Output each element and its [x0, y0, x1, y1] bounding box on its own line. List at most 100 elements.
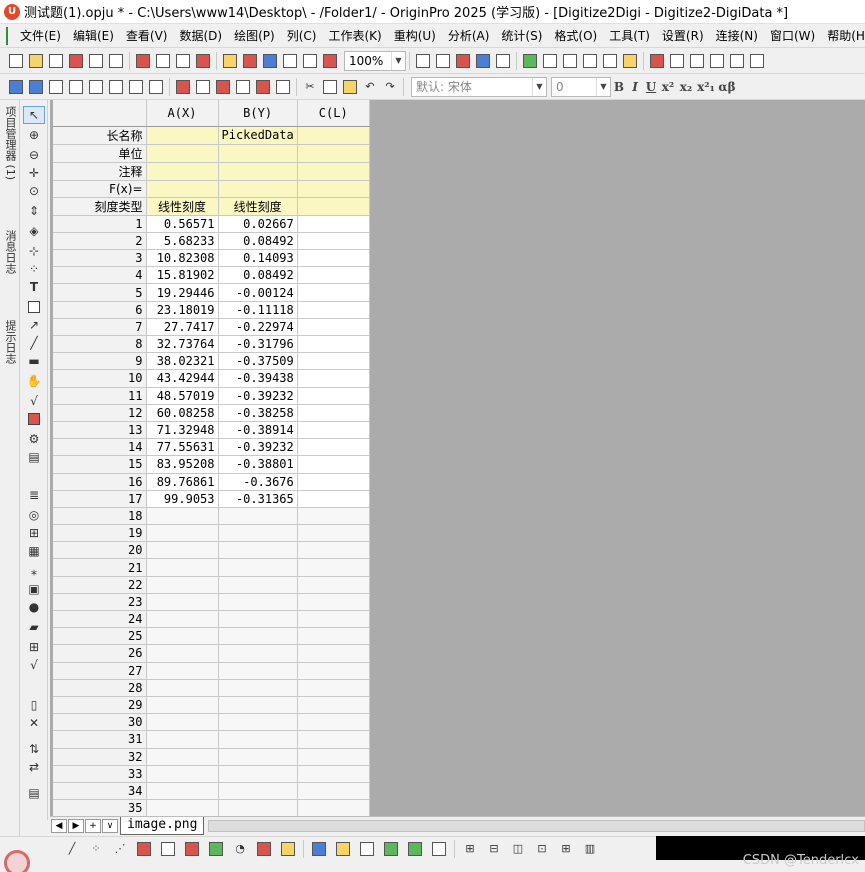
- cell-b[interactable]: [218, 696, 298, 715]
- row-header[interactable]: 20: [53, 541, 147, 560]
- scale-icon[interactable]: ⊹: [23, 242, 45, 260]
- meta-cell-a[interactable]: [146, 162, 219, 181]
- row-header[interactable]: 28: [53, 679, 147, 697]
- cell-c[interactable]: [297, 473, 370, 491]
- cell-b[interactable]: -0.31365: [218, 490, 298, 508]
- cell-a[interactable]: 43.42944: [146, 369, 219, 388]
- menu-analysis[interactable]: 分析(A): [442, 25, 496, 47]
- row-header[interactable]: 34: [53, 782, 147, 801]
- next-sheet-button[interactable]: ▶: [68, 818, 84, 833]
- meta-cell-a[interactable]: [146, 126, 219, 145]
- row-header[interactable]: 15: [53, 455, 147, 474]
- cell-c[interactable]: [297, 696, 370, 715]
- prev-sheet-button[interactable]: ◀: [51, 818, 67, 833]
- cell-c[interactable]: [297, 301, 370, 319]
- cell-c[interactable]: [297, 507, 370, 526]
- row-header[interactable]: 10: [53, 369, 147, 388]
- menu-reshape[interactable]: 重构(U): [388, 25, 442, 47]
- print-preview-icon[interactable]: [107, 78, 125, 96]
- cell-b[interactable]: [218, 576, 298, 594]
- text-tool-icon[interactable]: T: [23, 278, 45, 296]
- refresh-icon[interactable]: [474, 52, 492, 70]
- column-header-a[interactable]: A(X): [146, 100, 219, 127]
- row-header[interactable]: 30: [53, 713, 147, 732]
- lock-tool-icon[interactable]: ▤: [23, 784, 45, 802]
- cell-c[interactable]: [297, 438, 370, 457]
- add-sheet-button[interactable]: +: [85, 818, 101, 833]
- row-header[interactable]: 5: [53, 283, 147, 302]
- cell-a[interactable]: [146, 558, 219, 577]
- worksheet-grid-icon[interactable]: [6, 26, 8, 45]
- row-header[interactable]: 26: [53, 644, 147, 663]
- cell-a[interactable]: 71.32948: [146, 421, 219, 440]
- cell-c[interactable]: [297, 644, 370, 663]
- cell-c[interactable]: [297, 662, 370, 680]
- menu-edit[interactable]: 编辑(E): [67, 25, 120, 47]
- box-plot-icon[interactable]: [253, 840, 275, 858]
- cell-b[interactable]: [218, 679, 298, 697]
- font-size-select[interactable]: 0 ▼: [551, 76, 611, 97]
- column-header-c[interactable]: C(L): [297, 100, 370, 127]
- cell-a[interactable]: [146, 644, 219, 663]
- underline-button[interactable]: U: [643, 80, 659, 94]
- row-header[interactable]: 11: [53, 387, 147, 405]
- column-plot-icon[interactable]: [133, 840, 155, 858]
- cell-c[interactable]: [297, 679, 370, 697]
- cell-b[interactable]: [218, 593, 298, 612]
- new-layout-icon[interactable]: [154, 52, 172, 70]
- cell-a[interactable]: [146, 713, 219, 732]
- cell-c[interactable]: [297, 748, 370, 766]
- redo-arrow-icon[interactable]: [27, 78, 45, 96]
- copy-page-icon[interactable]: [454, 52, 472, 70]
- matrix-tool-icon[interactable]: ⊞: [23, 638, 45, 656]
- add-column-icon-2[interactable]: [214, 78, 232, 96]
- meta-cell-c[interactable]: [297, 162, 370, 181]
- cell-a[interactable]: 5.68233: [146, 232, 219, 251]
- copy-icon[interactable]: [321, 78, 339, 96]
- grid-tool-icon[interactable]: [23, 298, 45, 316]
- row-header[interactable]: 32: [53, 748, 147, 766]
- font-select[interactable]: 默认: 宋体 ▼: [411, 76, 547, 97]
- points-icon[interactable]: ⁘: [23, 260, 45, 278]
- row-header[interactable]: 23: [53, 593, 147, 612]
- cell-a[interactable]: 23.18019: [146, 301, 219, 319]
- align-icon[interactable]: ⊞: [555, 840, 577, 858]
- merge-icon[interactable]: ⊡: [531, 840, 553, 858]
- line-plot-icon[interactable]: ╱: [61, 840, 83, 858]
- recalculate-icon[interactable]: [321, 52, 339, 70]
- cell-a[interactable]: 19.29446: [146, 283, 219, 302]
- row-header[interactable]: 27: [53, 662, 147, 680]
- meta-cell-c[interactable]: [297, 197, 370, 216]
- new-sheet-icon[interactable]: [87, 52, 105, 70]
- list-tool-icon[interactable]: ≣: [23, 486, 45, 504]
- undo-icon[interactable]: [147, 78, 165, 96]
- meta-row-label[interactable]: 注释: [53, 162, 147, 181]
- column-stats-icon[interactable]: [728, 52, 746, 70]
- arrow-tool-icon[interactable]: ↗: [23, 316, 45, 334]
- cell-b[interactable]: [218, 782, 298, 801]
- cell-b[interactable]: -0.3676: [218, 473, 298, 491]
- formula-tool-icon[interactable]: √: [23, 392, 45, 410]
- cell-c[interactable]: [297, 799, 370, 816]
- new-graph-icon[interactable]: [107, 52, 125, 70]
- cell-c[interactable]: [297, 335, 370, 354]
- cell-c[interactable]: [297, 421, 370, 440]
- menu-view[interactable]: 查看(V): [120, 25, 174, 47]
- cell-c[interactable]: [297, 232, 370, 251]
- row-header[interactable]: 12: [53, 404, 147, 422]
- script-window-icon[interactable]: [601, 52, 619, 70]
- cell-b[interactable]: [218, 541, 298, 560]
- row-header[interactable]: 8: [53, 335, 147, 354]
- cell-c[interactable]: [297, 782, 370, 801]
- row-header[interactable]: 18: [53, 507, 147, 526]
- cell-b[interactable]: -0.31796: [218, 335, 298, 354]
- tab-project-explorer[interactable]: 项目管理器 (1): [2, 106, 18, 180]
- save-icon[interactable]: [261, 52, 279, 70]
- layer-icon[interactable]: ◫: [507, 840, 529, 858]
- horizontal-tool-icon[interactable]: ⇄: [23, 758, 45, 776]
- polar-plot-icon[interactable]: ◔: [229, 840, 251, 858]
- meta-cell-b[interactable]: [218, 162, 298, 181]
- zoom-out-tool-icon[interactable]: ⊖: [23, 146, 45, 164]
- gauge-tool-icon[interactable]: ◎: [23, 506, 45, 524]
- cell-a[interactable]: [146, 662, 219, 680]
